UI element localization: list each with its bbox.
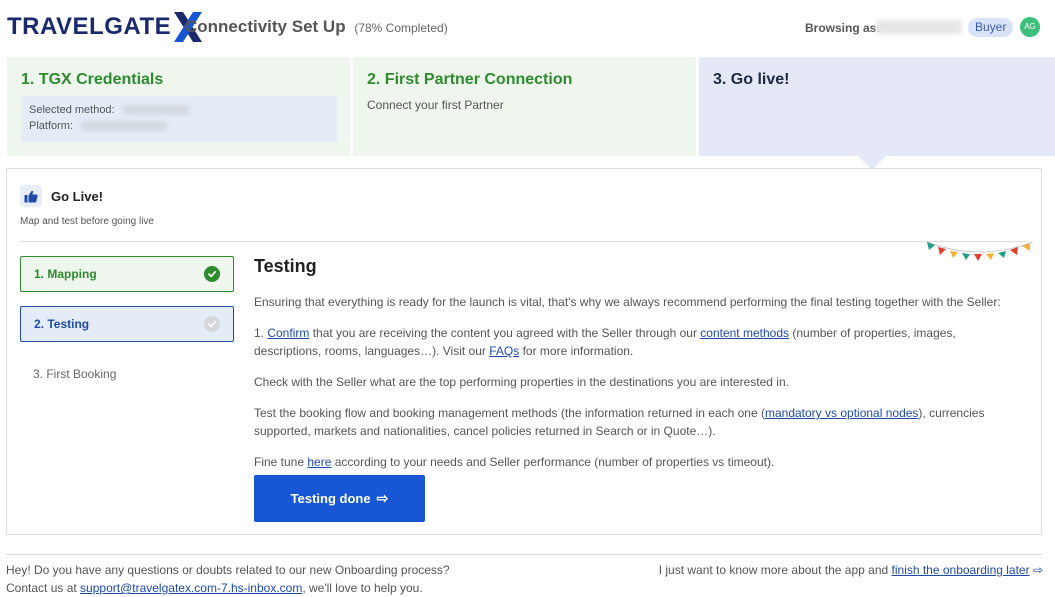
text: Contact us at [6, 581, 81, 595]
mandatory-vs-optional-nodes-link[interactable]: mandatory vs optional nodes [765, 406, 918, 420]
content-methods-link[interactable]: content methods [700, 326, 789, 340]
confirm-paragraph: 1. Confirm that you are receiving the co… [254, 324, 1024, 360]
text: Test the booking flow and booking manage… [254, 406, 765, 420]
step-subtitle: Connect your first Partner [367, 98, 504, 112]
card-header: Go Live! [20, 185, 103, 207]
credentials-summary: Selected method: Platform: [21, 96, 337, 142]
finish-onboarding-later-link[interactable]: finish the onboarding later [892, 563, 1030, 577]
card-divider [20, 241, 1028, 242]
travelgatex-logo[interactable]: TRAVELGATE [7, 10, 204, 44]
platform-label: Platform: [29, 120, 74, 132]
sub-step-testing[interactable]: 2. Testing [20, 306, 234, 342]
step-tgx-credentials[interactable]: 1. TGX Credentials Selected method: Plat… [7, 57, 350, 156]
method-value-redacted [122, 105, 189, 115]
sub-step-mapping[interactable]: 1. Mapping [20, 256, 234, 292]
confirm-link[interactable]: Confirm [267, 326, 309, 340]
organization-name-redacted[interactable] [876, 20, 962, 34]
booking-flow-paragraph: Test the booking flow and booking manage… [254, 404, 1024, 440]
progress-label: (78% Completed) [354, 21, 448, 35]
app-header: TRAVELGATE Connectivity Set Up (78% Comp… [0, 0, 1055, 57]
footer-question: Hey! Do you have any questions or doubts… [6, 563, 450, 577]
sub-step-label: 1. Mapping [34, 267, 97, 281]
step-title: 3. Go live! [713, 71, 790, 88]
button-label: Testing done [290, 491, 371, 506]
step-title: 2. First Partner Connection [367, 71, 573, 88]
step-first-partner-connection[interactable]: 2. First Partner Connection Connect your… [353, 57, 696, 156]
footer-divider [6, 554, 1042, 555]
support-email-link[interactable]: support@travelgatex.com-7.hs-inbox.com [80, 581, 302, 595]
check-circle-icon [204, 316, 220, 332]
text: according to your needs and Seller perfo… [331, 455, 775, 469]
fine-tune-paragraph: Fine tune here according to your needs a… [254, 453, 1024, 471]
here-link[interactable]: here [307, 455, 331, 469]
faqs-link[interactable]: FAQs [489, 344, 519, 358]
sub-step-label: 3. First Booking [33, 367, 117, 381]
method-label: Selected method: [29, 104, 115, 116]
onboarding-steps: 1. TGX Credentials Selected method: Plat… [0, 57, 1055, 156]
content-title: Testing [254, 256, 317, 276]
arrow-right-icon[interactable]: ⇨ [1033, 563, 1043, 577]
footer-finish-later: I just want to know more about the app a… [659, 563, 1043, 577]
step-go-live[interactable]: 3. Go live! [699, 57, 1055, 156]
go-live-card: Go Live! Map and test before going live … [6, 168, 1042, 535]
text: I just want to know more about the app a… [658, 563, 892, 577]
thumbs-up-icon [20, 185, 42, 207]
page-title: Connectivity Set Up (78% Completed) [185, 17, 448, 37]
platform-value-redacted [81, 121, 168, 131]
page-title-text: Connectivity Set Up [185, 17, 346, 36]
testing-content: Testing Ensuring that everything is read… [254, 256, 1024, 471]
check-circle-icon [204, 266, 220, 282]
card-title: Go Live! [51, 188, 104, 204]
text: , we'll love to help you. [302, 581, 423, 595]
platform-row: Platform: [29, 118, 329, 134]
testing-done-button[interactable]: Testing done ⇨ [254, 475, 425, 522]
role-badge[interactable]: Buyer [968, 18, 1014, 37]
text: for more information. [519, 344, 634, 358]
text: that you are receiving the content you a… [309, 326, 701, 340]
method-row: Selected method: [29, 102, 329, 118]
logo-text: TRAVELGATE [7, 13, 172, 40]
avatar[interactable]: AG [1020, 17, 1040, 37]
card-subtitle: Map and test before going live [20, 216, 154, 227]
browsing-as-label: Browsing as: [805, 21, 881, 35]
text: Fine tune [254, 455, 308, 469]
arrow-right-icon: ⇨ [376, 490, 389, 506]
sub-step-label: 2. Testing [34, 317, 90, 331]
step-title: 1. TGX Credentials [21, 71, 164, 88]
text: 1. [254, 326, 268, 340]
footer-contact: Contact us at support@travelgatex.com-7.… [6, 581, 423, 595]
sub-step-first-booking[interactable]: 3. First Booking [20, 356, 234, 392]
intro-paragraph: Ensuring that everything is ready for th… [254, 295, 1001, 309]
top-properties-paragraph: Check with the Seller what are the top p… [254, 375, 789, 389]
